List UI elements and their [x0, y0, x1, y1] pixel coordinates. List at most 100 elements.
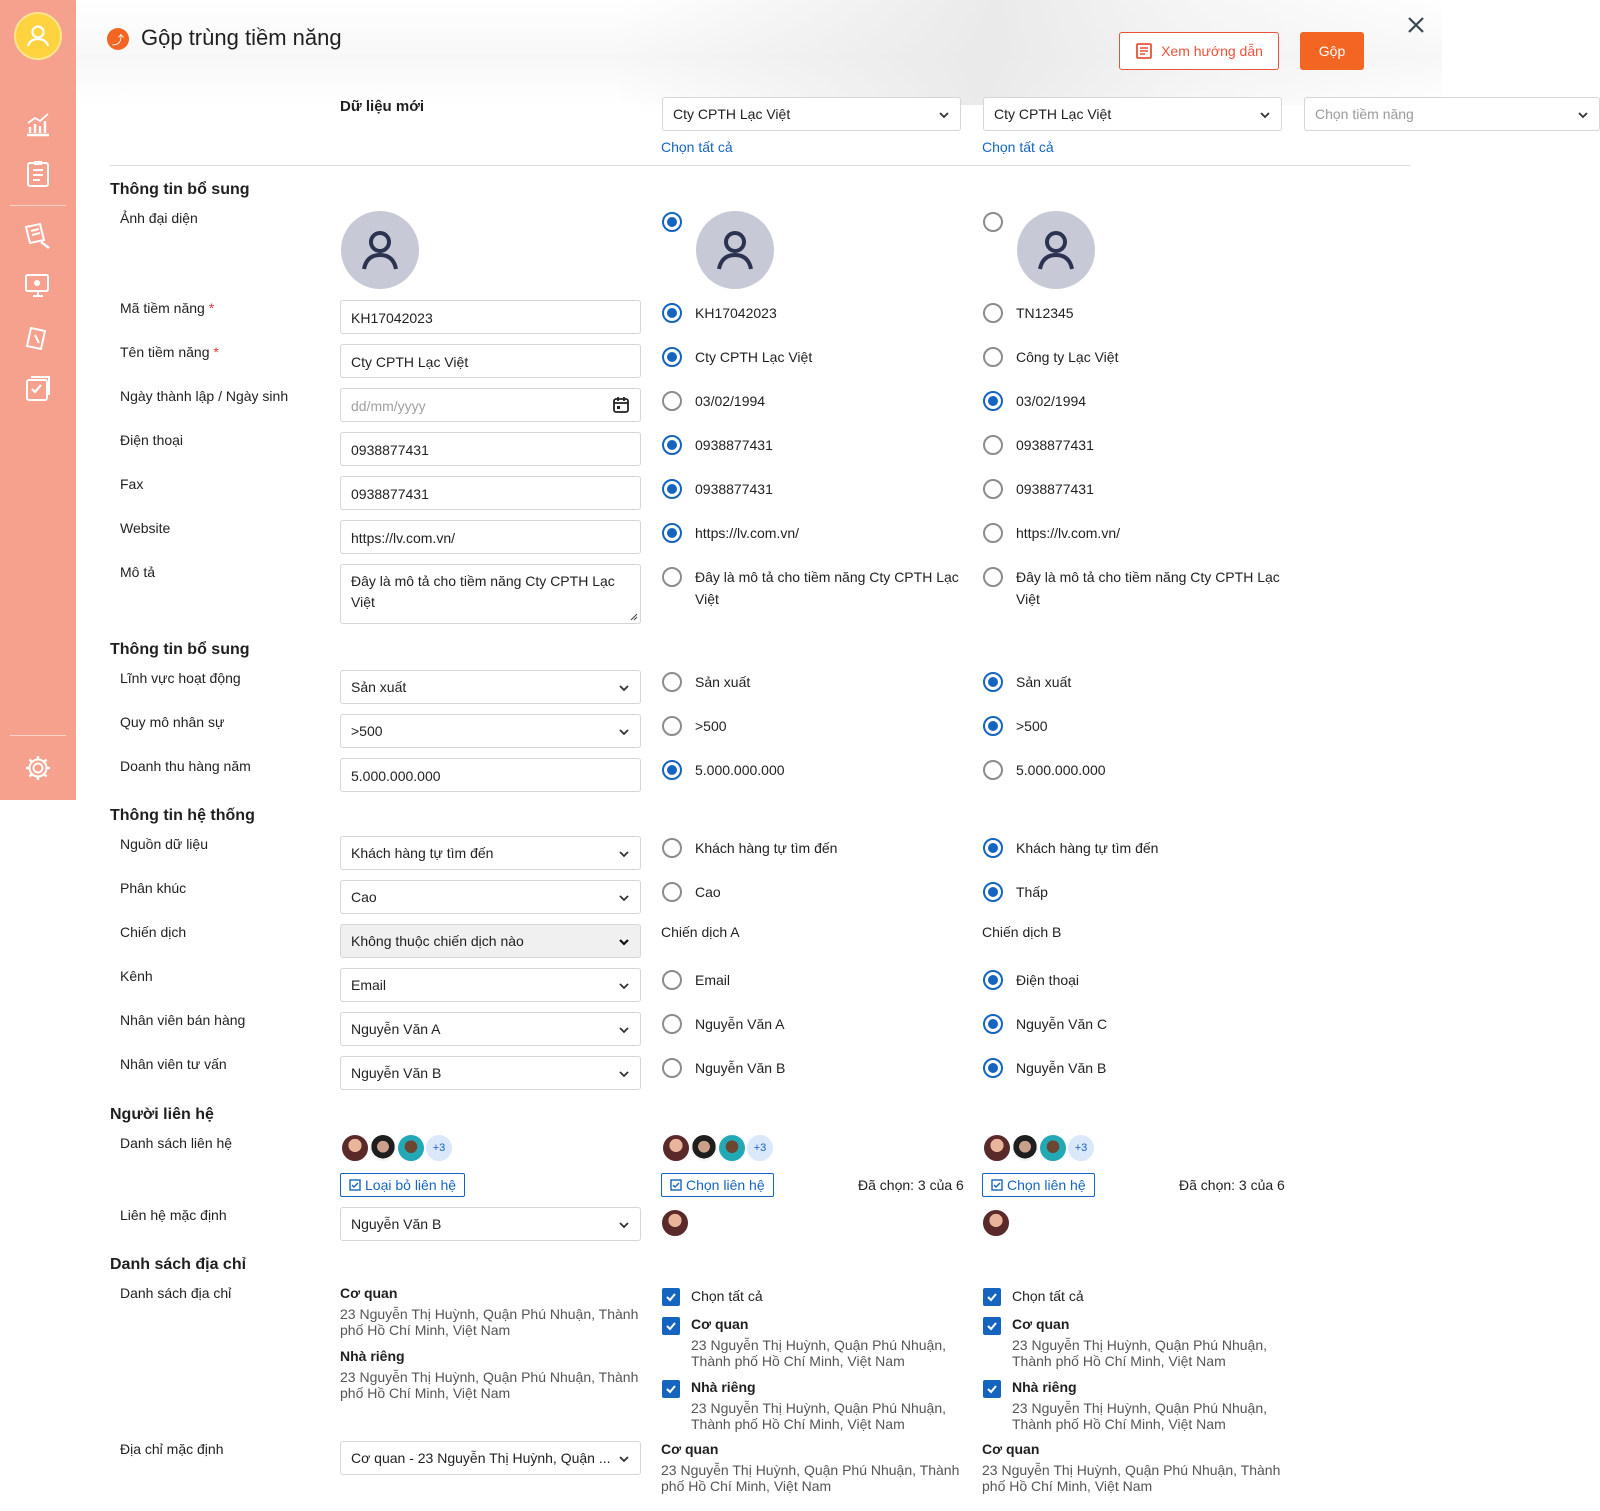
address-select-all-col2-label: Chọn tất cả	[1012, 1288, 1084, 1304]
radio-source-col1[interactable]	[662, 838, 682, 858]
radio-source-col2[interactable]	[983, 838, 1003, 858]
code-input[interactable]: KH17042023	[340, 300, 641, 334]
radio-fax-col1[interactable]	[662, 479, 682, 499]
radio-segment-col2[interactable]	[983, 882, 1003, 902]
date-input[interactable]: dd/mm/yyyy	[340, 388, 641, 422]
phone-input[interactable]: 0938877431	[340, 432, 641, 466]
record-1-select[interactable]: Cty CPTH Lạc Việt	[662, 97, 961, 131]
select-all-col2-link[interactable]: Chọn tất cả	[982, 139, 1054, 155]
address-select-all-col1-checkbox[interactable]	[662, 1288, 680, 1306]
tag-icon[interactable]	[20, 320, 56, 356]
campaign-icon[interactable]	[20, 218, 56, 254]
website-input[interactable]: https://lv.com.vn/	[340, 520, 641, 554]
channel-select[interactable]: Email	[340, 968, 641, 1002]
chart-icon[interactable]	[20, 106, 56, 142]
radio-code-col1[interactable]	[662, 303, 682, 323]
choose-contact-label: Chọn liên hệ	[686, 1177, 765, 1193]
radio-name-col2[interactable]	[983, 347, 1003, 367]
label-code: Mã tiềm năng *	[120, 300, 215, 316]
radio-field-col2[interactable]	[983, 672, 1003, 692]
radio-scale-col2[interactable]	[983, 716, 1003, 736]
close-button[interactable]	[1403, 12, 1429, 38]
radio-sales-col2[interactable]	[983, 1014, 1003, 1034]
label-campaign: Chiến dịch	[120, 924, 187, 940]
radio-scale-col1[interactable]	[662, 716, 682, 736]
contact-avatars-col2: +3	[982, 1133, 1096, 1163]
page-title: Gộp trùng tiềm năng	[141, 25, 342, 50]
description-textarea[interactable]: Đây là mô tả cho tiềm năng Cty CPTH Lạc …	[340, 564, 641, 624]
default-contact-select[interactable]: Nguyễn Văn B	[340, 1207, 641, 1241]
more-contacts-badge[interactable]: +3	[1066, 1133, 1096, 1163]
section-heading-1: Thông tin bổ sung	[110, 181, 250, 198]
field-select[interactable]: Sản xuất	[340, 670, 641, 704]
scale-select[interactable]: >500	[340, 714, 641, 748]
choose-contact-col2-button[interactable]: Chọn liên hệ	[982, 1173, 1095, 1197]
label-segment: Phân khúc	[120, 880, 187, 896]
chevron-down-icon	[1260, 112, 1270, 119]
report-icon[interactable]	[20, 156, 56, 192]
checklist-icon[interactable]	[20, 370, 56, 406]
sales-select[interactable]: Nguyễn Văn A	[340, 1012, 641, 1046]
address-select-all-col2-checkbox[interactable]	[983, 1288, 1001, 1306]
chevron-down-icon	[619, 983, 629, 990]
checkbox-icon	[349, 1179, 361, 1191]
radio-channel-col2[interactable]	[983, 970, 1003, 990]
radio-phone-col2[interactable]	[983, 435, 1003, 455]
monitor-icon[interactable]	[20, 268, 56, 304]
contact-avatar	[368, 1133, 398, 1163]
radio-description-col2[interactable]	[983, 567, 1003, 587]
merge-button[interactable]: Gộp	[1300, 32, 1364, 70]
address-home-col2-checkbox[interactable]	[983, 1380, 1001, 1398]
radio-segment-col1[interactable]	[662, 882, 682, 902]
radio-sales-col1[interactable]	[662, 1014, 682, 1034]
radio-avatar-col2[interactable]	[983, 212, 1003, 232]
chevron-down-icon	[619, 1027, 629, 1034]
choose-contact-col1-button[interactable]: Chọn liên hệ	[661, 1173, 774, 1197]
radio-fax-col2[interactable]	[983, 479, 1003, 499]
radio-website-col1[interactable]	[662, 523, 682, 543]
user-avatar-icon[interactable]	[14, 12, 62, 60]
name-input[interactable]: Cty CPTH Lạc Việt	[340, 344, 641, 378]
address-office-col1-checkbox[interactable]	[662, 1317, 680, 1335]
radio-field-col1[interactable]	[662, 672, 682, 692]
select-all-col1-link[interactable]: Chọn tất cả	[661, 139, 733, 155]
radio-website-col2[interactable]	[983, 523, 1003, 543]
field-select-value: Sản xuất	[351, 679, 407, 695]
label-scale: Quy mô nhân sự	[120, 714, 225, 730]
view-guide-button[interactable]: Xem hướng dẫn	[1119, 32, 1279, 70]
more-contacts-badge[interactable]: +3	[745, 1133, 775, 1163]
campaign-select[interactable]: Không thuộc chiến dịch nào	[340, 924, 641, 958]
radio-avatar-col1[interactable]	[662, 212, 682, 232]
radio-revenue-col2[interactable]	[983, 760, 1003, 780]
segment-select[interactable]: Cao	[340, 880, 641, 914]
remove-contact-button[interactable]: Loại bỏ liên hệ	[340, 1173, 466, 1197]
address-text-home-col2-line2: Thành phố Hồ Chí Minh, Việt Nam	[1012, 1416, 1226, 1432]
radio-date-col2[interactable]	[983, 391, 1003, 411]
radio-code-col2[interactable]	[983, 303, 1003, 323]
default-contact-avatar-col1	[660, 1208, 690, 1238]
address-office-col2-checkbox[interactable]	[983, 1317, 1001, 1335]
address-home-col1-checkbox[interactable]	[662, 1380, 680, 1398]
consultant-select[interactable]: Nguyễn Văn B	[340, 1056, 641, 1090]
radio-description-col1[interactable]	[662, 567, 682, 587]
fax-input[interactable]: 0938877431	[340, 476, 641, 510]
radio-phone-col1[interactable]	[662, 435, 682, 455]
settings-gear-icon[interactable]	[20, 750, 56, 786]
radio-consultant-col1[interactable]	[662, 1058, 682, 1078]
default-address-select[interactable]: Cơ quan - 23 Nguyễn Thị Huỳnh, Quận ...	[340, 1441, 641, 1475]
record-3-select[interactable]: Chọn tiềm năng	[1304, 97, 1600, 131]
label-channel: Kênh	[120, 968, 153, 984]
source-select[interactable]: Khách hàng tự tìm đến	[340, 836, 641, 870]
description-col1: Đây là mô tả cho tiềm năng Cty CPTH Lạc …	[695, 569, 959, 607]
radio-date-col1[interactable]	[662, 391, 682, 411]
radio-consultant-col2[interactable]	[983, 1058, 1003, 1078]
revenue-input[interactable]: 5.000.000.000	[340, 758, 641, 792]
record-1-select-value: Cty CPTH Lạc Việt	[673, 106, 791, 122]
radio-revenue-col1[interactable]	[662, 760, 682, 780]
radio-channel-col1[interactable]	[662, 970, 682, 990]
more-contacts-badge[interactable]: +3	[424, 1133, 454, 1163]
record-2-select[interactable]: Cty CPTH Lạc Việt	[983, 97, 1282, 131]
view-guide-label: Xem hướng dẫn	[1161, 43, 1263, 59]
fax-col1: 0938877431	[695, 481, 773, 497]
radio-name-col1[interactable]	[662, 347, 682, 367]
